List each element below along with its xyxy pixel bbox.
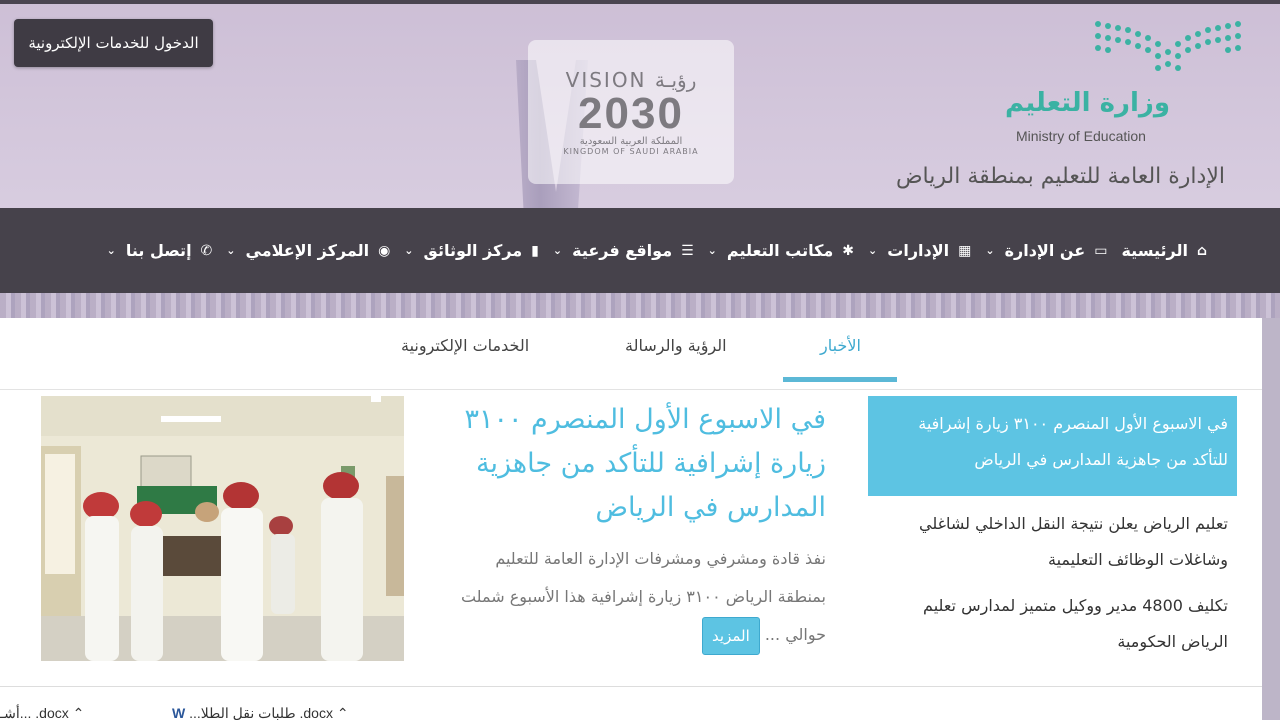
ministry-name-ar: وزارة التعليم <box>1005 88 1170 118</box>
news-item-active[interactable]: في الاسبوع الأول المنصرم ٣١٠٠ زيارة إشرا… <box>868 396 1237 496</box>
phone-icon: ✆ <box>200 242 213 259</box>
ministry-logo-icon[interactable] <box>1092 18 1248 76</box>
nav-item-label: مكاتب التعليم <box>726 241 834 260</box>
chevron-down-icon: ⌄ <box>985 244 995 257</box>
tab-news[interactable]: الأخبار <box>820 336 861 355</box>
nav-item-about[interactable]: ▭ عن الإدارة ⌄ <box>978 241 1114 260</box>
download-name: .docx <box>35 705 69 720</box>
news-photo[interactable] <box>41 396 404 661</box>
grid-icon: ▦ <box>958 242 972 259</box>
tab-bar: الأخبار الرؤية والرسالة الخدمات الإلكترو… <box>0 318 1262 390</box>
nav-item-subsites[interactable]: ☰ مواقع فرعية ⌄ <box>546 241 701 260</box>
nav-item-departments[interactable]: ▦ الإدارات ⌄ <box>861 241 978 260</box>
eye-icon: ◉ <box>378 242 391 259</box>
list-icon: ☰ <box>681 242 694 259</box>
tab-eservices[interactable]: الخدمات الإلكترونية <box>401 336 529 355</box>
chevron-up-icon: ⌃ <box>336 705 349 720</box>
vision-2030-logo[interactable]: VISION رؤيـة 2030 المملكة العربية السعود… <box>528 40 734 184</box>
main-navigation: ⌂ الرئيسية ▭ عن الإدارة ⌄ ▦ الإدارات ⌄ ✱… <box>0 208 1280 293</box>
nav-item-label: مواقع فرعية <box>572 241 673 260</box>
nav-item-label: الرئيسية <box>1121 241 1188 260</box>
nav-item-education-offices[interactable]: ✱ مكاتب التعليم ⌄ <box>701 241 861 260</box>
chevron-down-icon: ⌄ <box>106 244 116 257</box>
scrollbar[interactable] <box>1262 318 1280 720</box>
chevron-down-icon: ⌄ <box>226 244 236 257</box>
nav-item-label: المركز الإعلامي <box>245 241 370 260</box>
region-title: الإدارة العامة للتعليم بمنطقة الرياض <box>895 164 1225 189</box>
content-panel: الأخبار الرؤية والرسالة الخدمات الإلكترو… <box>0 318 1262 720</box>
file-icon: ▮ <box>531 242 539 259</box>
feature-excerpt-text: نفذ قادة ومشرفي ومشرفات الإدارة العامة ل… <box>460 549 826 644</box>
downloads-bar: أشـ... .docx ⌃ W ...طلبات نقل الطلا .doc… <box>0 686 1262 720</box>
feature-excerpt: نفذ قادة ومشرفي ومشرفات الإدارة العامة ل… <box>444 540 826 655</box>
top-strip <box>0 0 1280 4</box>
nav-item-label: الإدارات <box>887 241 950 260</box>
ministry-name-en: Ministry of Education <box>1016 128 1146 144</box>
vision-country-ar: المملكة العربية السعودية <box>579 136 683 147</box>
home-icon: ⌂ <box>1196 242 1207 259</box>
vision-country-en: KINGDOM OF SAUDI ARABIA <box>563 147 699 156</box>
vision-year: 2030 <box>578 89 684 138</box>
chevron-up-icon: ⌃ <box>72 705 85 720</box>
nav-item-label: مركز الوثائق <box>423 241 523 260</box>
feature-title[interactable]: في الاسبوع الأول المنصرم ٣١٠٠ زيارة إشرا… <box>450 398 826 530</box>
download-item[interactable]: W ...طلبات نقل الطلا .docx ⌃ <box>172 705 349 720</box>
asterisk-icon: ✱ <box>842 242 855 259</box>
download-name: .docx <box>299 705 333 720</box>
chevron-down-icon: ⌄ <box>552 244 563 257</box>
chevron-down-icon: ⌄ <box>707 244 717 257</box>
news-item[interactable]: تعليم الرياض يعلن نتيجة النقل الداخلي لش… <box>868 496 1237 578</box>
nav-item-media-center[interactable]: ◉ المركز الإعلامي ⌄ <box>219 241 397 260</box>
news-item[interactable]: تكليف 4800 مدير ووكيل متميز لمدارس تعليم… <box>868 578 1237 660</box>
nav-item-label: إتصل بنا <box>125 241 192 260</box>
nav-item-home[interactable]: ⌂ الرئيسية <box>1114 241 1214 260</box>
nav-item-label: عن الإدارة <box>1004 241 1086 260</box>
nav-item-documents-center[interactable]: ▮ مركز الوثائق ⌄ <box>397 241 546 260</box>
chevron-down-icon: ⌄ <box>868 244 878 257</box>
chevron-down-icon: ⌄ <box>404 244 414 257</box>
download-suffix: أشـ... <box>0 705 32 720</box>
download-item[interactable]: أشـ... .docx ⌃ <box>0 705 84 720</box>
word-doc-icon: W <box>172 705 186 720</box>
eservices-login-button[interactable]: الدخول للخدمات الإلكترونية <box>14 19 213 67</box>
monitor-icon: ▭ <box>1094 242 1108 259</box>
news-list: في الاسبوع الأول المنصرم ٣١٠٠ زيارة إشرا… <box>868 396 1237 660</box>
read-more-button[interactable]: المزيد <box>702 616 760 655</box>
nav-item-contact[interactable]: ✆ إتصل بنا ⌄ <box>100 241 220 260</box>
tab-vision-mission[interactable]: الرؤية والرسالة <box>625 336 727 355</box>
active-tab-indicator <box>783 377 897 382</box>
download-suffix: ...طلبات نقل الطلا <box>189 705 296 720</box>
